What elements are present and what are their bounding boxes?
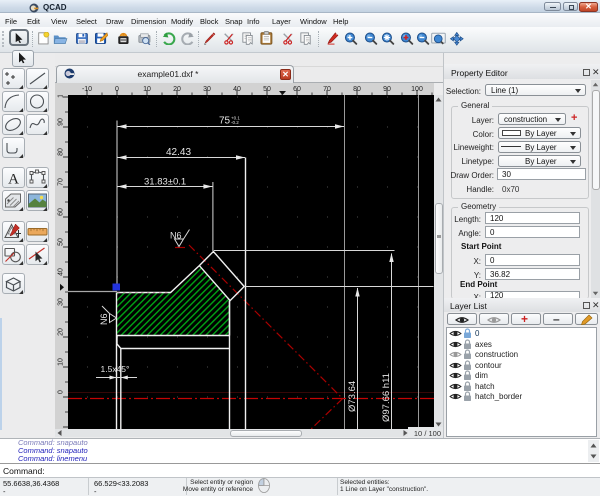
svg-text:42.43: 42.43: [166, 147, 191, 158]
svg-text:50: 50: [58, 238, 65, 246]
svg-text:40: 40: [58, 268, 65, 276]
svg-text:A: A: [8, 172, 19, 188]
svg-text:Ø97.66 h11: Ø97.66 h11: [381, 373, 392, 422]
svg-text:31.83±0.1: 31.83±0.1: [144, 177, 186, 188]
svg-text:N6: N6: [99, 313, 109, 325]
svg-text:100: 100: [411, 86, 423, 93]
svg-text:10: 10: [58, 358, 65, 366]
svg-text:-10: -10: [82, 86, 92, 93]
svg-text:80: 80: [58, 148, 65, 156]
svg-text:60: 60: [293, 86, 301, 93]
svg-text:60: 60: [58, 208, 65, 216]
svg-text:20: 20: [173, 86, 181, 93]
svg-text:100: 100: [58, 95, 65, 98]
svg-text:30: 30: [203, 86, 211, 93]
svg-text:75: 75: [219, 116, 231, 127]
svg-text:70: 70: [323, 86, 331, 93]
svg-text:Ø73.64: Ø73.64: [347, 381, 358, 412]
svg-text:0: 0: [58, 390, 65, 394]
svg-text:90: 90: [383, 86, 391, 93]
svg-text:-0.2: -0.2: [231, 120, 239, 125]
svg-text:20: 20: [58, 328, 65, 336]
svg-text:70: 70: [58, 178, 65, 186]
svg-text:0: 0: [115, 86, 119, 93]
svg-text:30: 30: [58, 298, 65, 306]
svg-text:40: 40: [233, 86, 241, 93]
svg-text:50: 50: [263, 86, 271, 93]
svg-text:80: 80: [353, 86, 361, 93]
svg-text:10: 10: [143, 86, 151, 93]
svg-text:90: 90: [58, 118, 65, 126]
svg-text:1.5x45°: 1.5x45°: [101, 364, 130, 374]
